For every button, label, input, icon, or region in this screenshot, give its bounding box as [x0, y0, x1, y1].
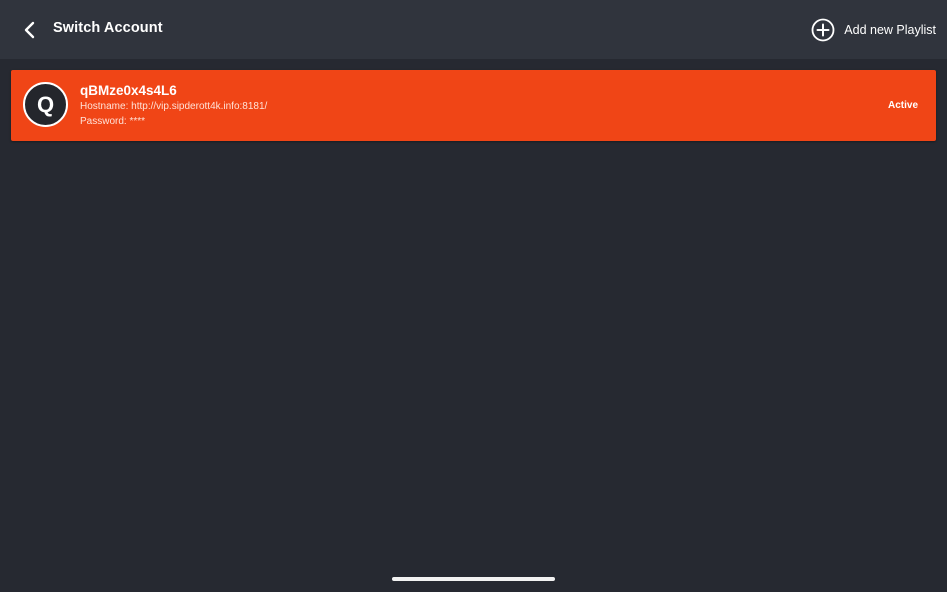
add-new-playlist-button[interactable]: Add new Playlist [811, 15, 936, 45]
back-arrow-icon [21, 21, 39, 39]
status-badge: Active [887, 100, 918, 111]
avatar: Q [23, 82, 68, 127]
add-new-playlist-label: Add new Playlist [844, 23, 936, 37]
page-title: Switch Account [53, 20, 163, 36]
top-app-bar: Switch Account Add new Playlist [0, 0, 947, 59]
avatar-letter: Q [36, 91, 55, 117]
account-hostname: Hostname: http://vip.sipderott4k.info:81… [80, 101, 268, 112]
switch-account-screen: Switch Account Add new Playlist Q qBMze0… [0, 0, 947, 592]
back-button[interactable] [14, 14, 46, 46]
account-password: Password: **** [80, 116, 146, 127]
add-circle-icon [811, 18, 835, 42]
account-name: qBMze0x4s4L6 [80, 83, 177, 98]
home-indicator-bar[interactable] [392, 577, 555, 581]
account-list-item[interactable]: Q qBMze0x4s4L6 Hostname: http://vip.sipd… [11, 70, 936, 141]
